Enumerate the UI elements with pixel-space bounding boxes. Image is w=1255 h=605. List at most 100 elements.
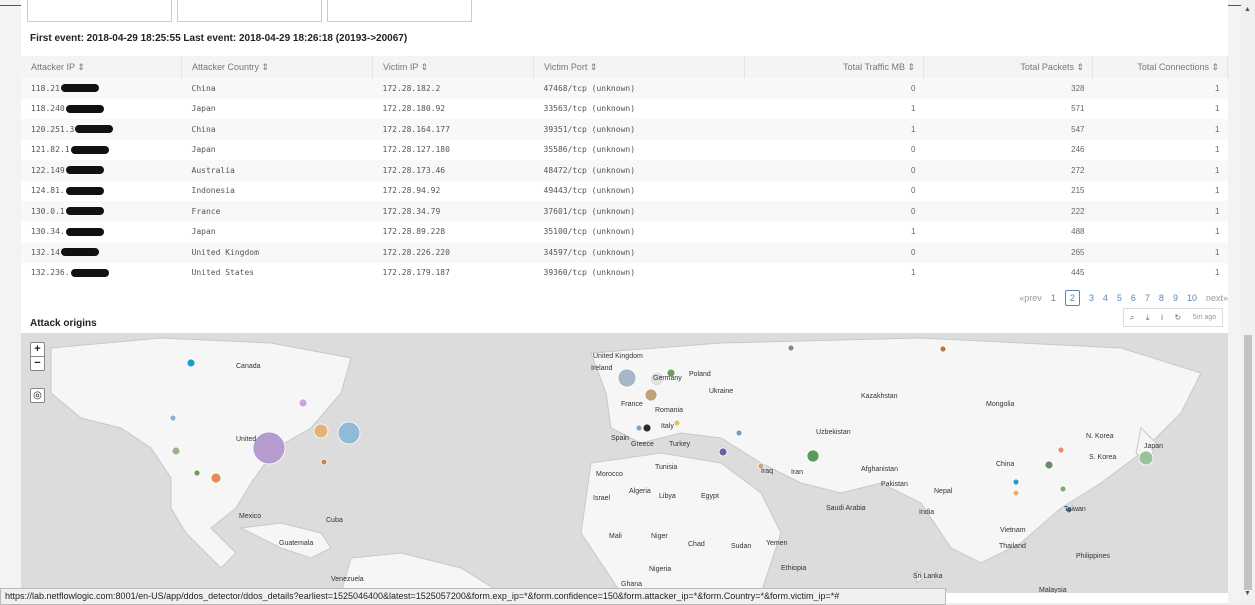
col-total-packets[interactable]: Total Packets ⇕ bbox=[923, 56, 1093, 78]
attack-origin-pin[interactable] bbox=[193, 469, 201, 477]
attack-origin-pin[interactable] bbox=[210, 472, 222, 484]
vertical-scrollbar[interactable]: ▲ ▼ bbox=[1241, 0, 1255, 603]
attack-origin-pin[interactable] bbox=[617, 368, 637, 388]
attack-origins-map[interactable]: + − ◎ Canada United Kingdom Ireland Germany… bbox=[21, 333, 1228, 593]
table-row[interactable]: 121.82.1 Japan 172.28.127.180 35586/tcp (un… bbox=[21, 140, 1228, 161]
table-row[interactable]: 130.0.1 France 172.28.34.79 37601/tcp (unkn… bbox=[21, 201, 1228, 222]
cell-victim-ip: 172.28.182.2 bbox=[372, 78, 534, 99]
col-victim-port[interactable]: Victim Port ⇕ bbox=[533, 56, 745, 78]
table-row[interactable]: 118.240 Japan 172.28.180.92 33563/tcp (unkn… bbox=[21, 99, 1228, 120]
pager-next[interactable]: next» bbox=[1206, 293, 1228, 303]
map-country-label: Guatemala bbox=[279, 540, 314, 547]
attack-origin-pin[interactable] bbox=[337, 421, 361, 445]
attack-origin-pin[interactable] bbox=[298, 398, 308, 408]
attack-origin-pin[interactable] bbox=[1057, 446, 1065, 454]
cell-victim-port-text: 34597/tcp (unknown) bbox=[543, 247, 636, 257]
map-country-label: Canada bbox=[236, 363, 261, 370]
cell-attacker-ip: 130.0.1 bbox=[21, 201, 182, 222]
table-row[interactable]: 130.34. Japan 172.28.89.228 35100/tcp (unkn… bbox=[21, 222, 1228, 243]
pager-prev[interactable]: «prev bbox=[1019, 293, 1042, 303]
zoom-out-button[interactable]: − bbox=[31, 356, 44, 370]
cell-total-traffic-text: 0 bbox=[911, 83, 916, 93]
attack-origin-pin[interactable] bbox=[735, 429, 743, 437]
pager-page[interactable]: 5 bbox=[1117, 293, 1122, 303]
attack-origin-pin[interactable] bbox=[806, 449, 820, 463]
attack-origin-pin[interactable] bbox=[169, 414, 177, 422]
cell-total-traffic-text: 1 bbox=[911, 104, 916, 114]
attack-origin-pin[interactable] bbox=[1044, 460, 1054, 470]
redaction-mark bbox=[65, 166, 104, 175]
attack-origin-pin[interactable] bbox=[1059, 485, 1067, 493]
col-total-traffic[interactable]: Total Traffic MB ⇕ bbox=[744, 56, 924, 78]
map-country-label: Venezuela bbox=[331, 576, 364, 583]
filter-input-3[interactable] bbox=[327, 0, 472, 22]
table-row[interactable]: 118.21 China 172.28.182.2 47468/tcp (unknow… bbox=[21, 78, 1228, 99]
pager-page[interactable]: 4 bbox=[1103, 293, 1108, 303]
inspect-icon[interactable]: i bbox=[1161, 313, 1163, 322]
cell-victim-ip-text: 172.28.182.2 bbox=[382, 83, 441, 93]
pager-page[interactable]: 1 bbox=[1051, 293, 1056, 303]
filter-input-1[interactable] bbox=[27, 0, 172, 22]
table-row[interactable]: 124.81. Indonesia 172.28.94.92 49443/tcp (u… bbox=[21, 181, 1228, 202]
attack-origin-pin[interactable] bbox=[1012, 489, 1020, 497]
map-country-label: Philippines bbox=[1076, 553, 1110, 560]
scroll-down-arrow-icon[interactable]: ▼ bbox=[1244, 590, 1251, 597]
map-country-label: Greece bbox=[631, 441, 654, 448]
cell-total-traffic: 1 bbox=[745, 263, 924, 284]
map-country-label: Tunisia bbox=[655, 464, 678, 471]
refresh-icon[interactable]: ↻ bbox=[1175, 313, 1182, 322]
attack-origin-pin[interactable] bbox=[1138, 450, 1154, 466]
export-icon[interactable]: ⤓ bbox=[1146, 313, 1150, 323]
attack-origin-pin[interactable] bbox=[171, 446, 181, 456]
pager-page[interactable]: 3 bbox=[1089, 293, 1094, 303]
attack-origin-pin[interactable] bbox=[313, 423, 329, 439]
attack-origin-pin[interactable] bbox=[718, 447, 728, 457]
attack-origin-pin[interactable] bbox=[1012, 478, 1020, 486]
attack-origin-pin[interactable] bbox=[252, 431, 286, 465]
pager-page[interactable]: 10 bbox=[1187, 293, 1197, 303]
col-victim-ip[interactable]: Victim IP ⇕ bbox=[372, 56, 534, 78]
redaction-mark bbox=[65, 227, 104, 236]
pager-page[interactable]: 8 bbox=[1159, 293, 1164, 303]
attack-origin-pin[interactable] bbox=[186, 358, 196, 368]
table-row[interactable]: 120.251.3 China 172.28.164.177 39351/tcp (u… bbox=[21, 119, 1228, 140]
attack-origin-pin[interactable] bbox=[787, 344, 795, 352]
map-country-label: Morocco bbox=[596, 471, 623, 478]
cell-attacker-country: Indonesia bbox=[182, 181, 373, 202]
map-country-label: Ghana bbox=[621, 581, 643, 588]
cell-victim-ip-text: 172.28.127.180 bbox=[382, 145, 450, 155]
attack-origin-pin[interactable] bbox=[939, 345, 947, 353]
panel-toolbar: ⌕ ⤓ i ↻ 5m ago bbox=[1123, 308, 1223, 327]
map-country-label: Yemen bbox=[766, 540, 788, 547]
locate-icon[interactable]: ◎ bbox=[30, 388, 45, 403]
table-row[interactable]: 122.149 Australia 172.28.173.46 48472/tcp (… bbox=[21, 160, 1228, 181]
cell-attacker-country-text: Japan bbox=[191, 104, 216, 114]
redaction-mark bbox=[70, 145, 109, 154]
status-bar-url: https://lab.netflowlogic.com:8001/en-US/… bbox=[0, 588, 946, 605]
attack-origin-pin[interactable] bbox=[644, 388, 658, 402]
table-row[interactable]: 132.14 United Kingdom 172.28.226.220 34597/… bbox=[21, 242, 1228, 263]
attack-origin-pin[interactable] bbox=[320, 458, 328, 466]
pager-page[interactable]: 6 bbox=[1131, 293, 1136, 303]
cell-total-packets: 246 bbox=[924, 140, 1093, 161]
pager-page[interactable]: 7 bbox=[1145, 293, 1150, 303]
filter-input-2[interactable] bbox=[177, 0, 322, 22]
cell-victim-ip-text: 172.28.34.79 bbox=[382, 206, 441, 216]
cell-total-connections-text: 1 bbox=[1215, 268, 1220, 278]
pager-page-current[interactable]: 2 bbox=[1064, 290, 1080, 306]
col-attacker-ip[interactable]: Attacker IP ⇕ bbox=[21, 56, 182, 78]
col-total-connections[interactable]: Total Connections ⇕ bbox=[1092, 56, 1228, 78]
scroll-up-arrow-icon[interactable]: ▲ bbox=[1244, 6, 1251, 13]
attack-origin-pin[interactable] bbox=[642, 423, 652, 433]
search-icon[interactable]: ⌕ bbox=[1130, 313, 1134, 323]
table-row[interactable]: 132.236. United States 172.28.179.187 39360… bbox=[21, 263, 1228, 284]
scroll-thumb[interactable] bbox=[1244, 335, 1252, 590]
zoom-in-button[interactable]: + bbox=[31, 343, 44, 356]
map-country-label: Thailand bbox=[999, 543, 1026, 550]
cell-total-packets: 265 bbox=[923, 242, 1093, 263]
attack-origin-pin[interactable] bbox=[635, 424, 643, 432]
attack-origin-pin[interactable] bbox=[673, 419, 681, 427]
pager-page[interactable]: 9 bbox=[1173, 293, 1178, 303]
map-country-label: N. Korea bbox=[1086, 433, 1114, 440]
col-attacker-country[interactable]: Attacker Country ⇕ bbox=[181, 56, 373, 78]
